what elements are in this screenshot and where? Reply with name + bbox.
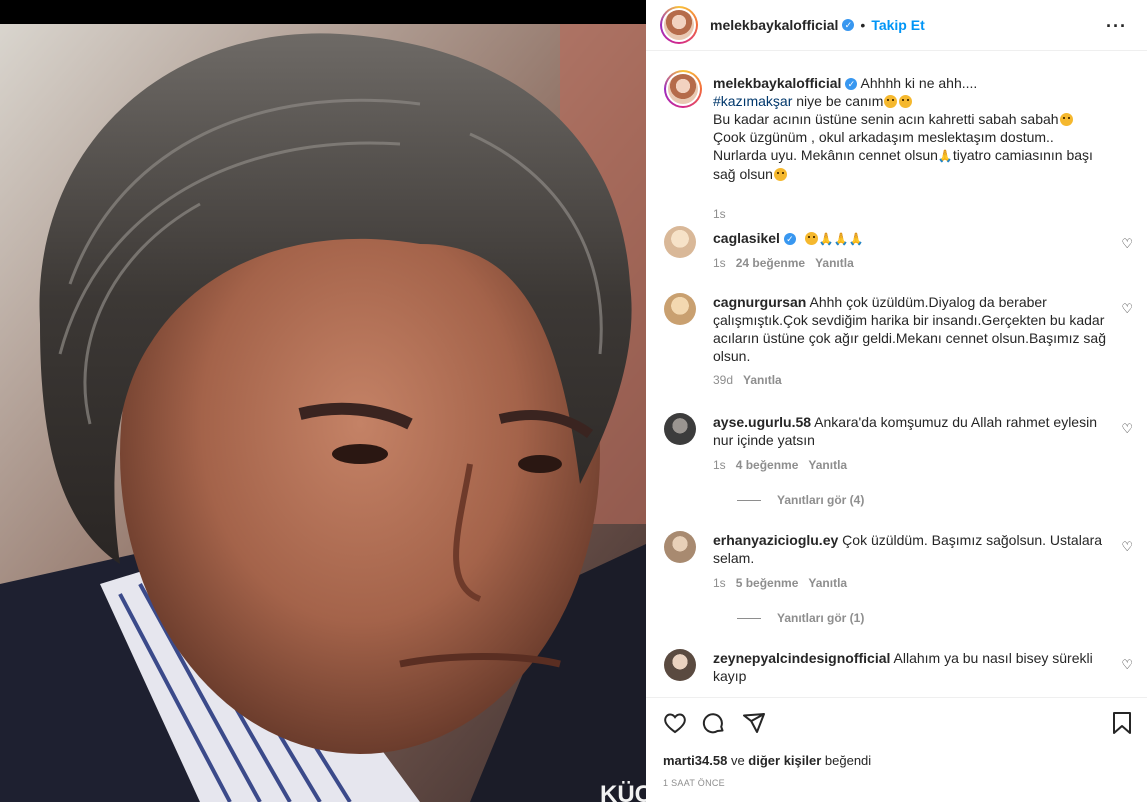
follow-button[interactable]: Takip Et (871, 17, 924, 33)
comment-text: cagnurgursan Ahhh çok üzüldüm.Diyalog da… (713, 293, 1113, 365)
reply-button[interactable]: Yanıtla (808, 458, 847, 472)
comment-time: 1s (713, 576, 726, 590)
comment-line: nur içinde yatsın (713, 432, 815, 448)
post-timestamp[interactable]: 1 SAAT ÖNCE (663, 778, 725, 788)
comment-icon[interactable] (702, 711, 726, 735)
sad-face-icon (804, 232, 818, 245)
commenter-avatar[interactable] (664, 293, 696, 325)
caption-text: melekbaykalofficial ✓ Ahhhh ki ne ahh....… (713, 74, 1113, 183)
caption-avatar[interactable] (664, 70, 702, 108)
praying-hands-icon: 🙏 (937, 149, 953, 163)
comment-time: 1s (713, 458, 726, 472)
comment-text: erhanyazicioglu.ey Çok üzüldüm. Başımız … (713, 531, 1113, 567)
heart-icon[interactable] (662, 711, 688, 735)
caption-time: 1s (713, 207, 726, 221)
reply-button[interactable]: Yanıtla (815, 256, 854, 270)
commenter-avatar[interactable] (664, 226, 696, 258)
comment-line: Allahım ya bu nasıl bisey sürekli (893, 650, 1093, 666)
comment-text: ayse.ugurlu.58 Ankara'da komşumuz du All… (713, 413, 1113, 449)
caption-line: Çook üzgünüm , okul arkadaşım meslektaşı… (713, 129, 1054, 145)
comment-text: zeynepyalcindesignofficial Allahım ya bu… (713, 649, 1113, 685)
liked-by: marti34.58 ve diğer kişiler beğendi (663, 753, 871, 768)
post-viewer: KÜÇ melekbaykalofficial ✓ • Takip Et ···… (0, 0, 1147, 802)
top-black-bar (0, 0, 646, 24)
sad-face-icon (773, 168, 787, 181)
comment-line: Ankara'da komşumuz du Allah rahmet eyles… (814, 414, 1097, 430)
comment-username[interactable]: zeynepyalcindesignofficial (713, 650, 890, 666)
comment-likes[interactable]: 5 beğenme (736, 576, 799, 590)
replies-divider (737, 617, 761, 619)
post-image[interactable]: KÜÇ (0, 24, 646, 802)
caption-line: Ahhhh ki ne ahh.... (860, 75, 978, 91)
author-avatar[interactable] (660, 6, 698, 44)
sad-face-icon (1059, 113, 1073, 126)
comment-meta: 39d Yanıtla (713, 373, 782, 387)
praying-hands-icon: 🙏🙏🙏 (818, 232, 864, 246)
more-horizontal-icon[interactable]: ··· (1106, 16, 1127, 37)
photo-watermark: KÜÇ (600, 781, 646, 802)
like-comment-heart-icon[interactable]: ♡ (1121, 539, 1133, 555)
comment-username[interactable]: ayse.ugurlu.58 (713, 414, 811, 430)
hashtag-link[interactable]: #kazımakşar (713, 93, 792, 109)
comments-list: melekbaykalofficial ✓ Ahhhh ki ne ahh....… (646, 52, 1147, 697)
replies-divider (737, 499, 761, 501)
caption-line: sağ olsun (713, 166, 773, 182)
save-bookmark-icon[interactable] (1111, 711, 1133, 735)
comment-time: 1s (713, 256, 726, 270)
comment-likes[interactable]: 4 beğenme (736, 458, 799, 472)
avatar-image (668, 74, 698, 104)
author-username[interactable]: melekbaykalofficial (710, 17, 838, 33)
view-replies-label[interactable]: Yanıtları gör (4) (777, 493, 864, 507)
caption-line: Nurlarda uyu. Mekânın cennet olsun (713, 147, 938, 163)
comment-meta: 1s 5 beğenme Yanıtla (713, 576, 847, 590)
separator-dot: • (860, 17, 866, 33)
comment-text: caglasikel ✓ 🙏🙏🙏 (713, 229, 1113, 248)
like-comment-heart-icon[interactable]: ♡ (1121, 421, 1133, 437)
verified-badge-icon: ✓ (783, 233, 796, 246)
caption-line: Bu kadar acının üstüne senin acın kahret… (713, 111, 1059, 127)
liked-by-user[interactable]: marti34.58 (663, 753, 727, 768)
comment-line: çalışmıştık.Çok sevdiğim harika bir insa… (713, 312, 1105, 328)
liked-by-others[interactable]: diğer kişiler (748, 753, 821, 768)
avatar-image (664, 10, 694, 40)
sad-face-icon (884, 95, 898, 108)
liked-by-connector: ve (727, 753, 749, 768)
commenter-avatar[interactable] (664, 413, 696, 445)
like-comment-heart-icon[interactable]: ♡ (1121, 657, 1133, 673)
like-comment-heart-icon[interactable]: ♡ (1121, 236, 1133, 252)
caption-username[interactable]: melekbaykalofficial (713, 75, 841, 91)
comment-username[interactable]: erhanyazicioglu.ey (713, 532, 838, 548)
comment-line: olsun. (713, 348, 751, 364)
comment-username[interactable]: cagnurgursan (713, 294, 806, 310)
commenter-avatar[interactable] (664, 531, 696, 563)
verified-badge-icon: ✓ (845, 78, 858, 91)
reply-button[interactable]: Yanıtla (808, 576, 847, 590)
post-side-panel: melekbaykalofficial ✓ • Takip Et ··· mel… (646, 0, 1147, 802)
view-replies-label[interactable]: Yanıtları gör (1) (777, 611, 864, 625)
reply-button[interactable]: Yanıtla (743, 373, 782, 387)
comment-line: kayıp (713, 668, 747, 684)
comment-line: acıların üstüne çok ağır geldi.Mekanı ce… (713, 330, 1106, 346)
sad-face-icon (899, 95, 913, 108)
comment-meta: 1s 24 beğenme Yanıtla (713, 256, 854, 270)
comment-time: 39d (713, 373, 734, 387)
view-replies-button[interactable]: Yanıtları gör (4) (737, 493, 864, 507)
share-icon[interactable] (742, 711, 766, 735)
caption-line: tiyatro camiasının başı (952, 147, 1093, 163)
comment-line: Çok üzüldüm. Başımız sağolsun. Ustalara (842, 532, 1103, 548)
portrait-illustration: KÜÇ (0, 24, 646, 802)
comment-username[interactable]: caglasikel (713, 230, 780, 246)
verified-badge-icon: ✓ (842, 19, 855, 31)
post-header: melekbaykalofficial ✓ • Takip Et ··· (646, 0, 1147, 51)
comment-line: Ahhh çok üzüldüm.Diyalog da beraber (809, 294, 1047, 310)
post-actions: marti34.58 ve diğer kişiler beğendi 1 SA… (646, 697, 1147, 802)
view-replies-button[interactable]: Yanıtları gör (1) (737, 611, 864, 625)
comment-line: selam. (713, 550, 755, 566)
comment-meta: 1s 4 beğenme Yanıtla (713, 458, 847, 472)
commenter-avatar[interactable] (664, 649, 696, 681)
caption-line: niye be canım (792, 93, 884, 109)
like-comment-heart-icon[interactable]: ♡ (1121, 301, 1133, 317)
comment-likes[interactable]: 24 beğenme (736, 256, 805, 270)
liked-by-suffix: beğendi (821, 753, 872, 768)
